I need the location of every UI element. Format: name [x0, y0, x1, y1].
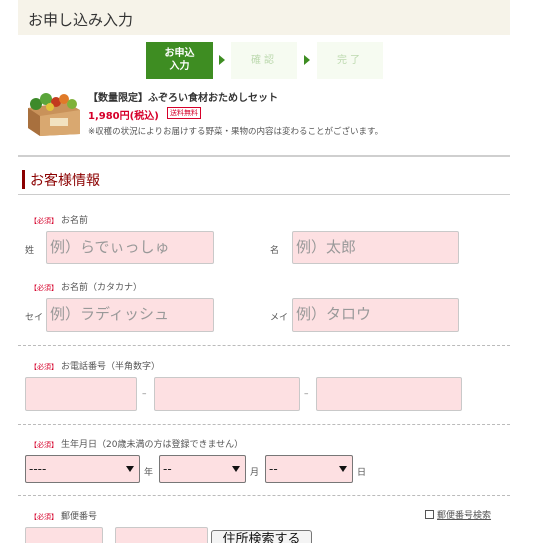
- chevron-down-icon: [232, 466, 240, 472]
- divider: [18, 155, 510, 157]
- birth-month-select[interactable]: --: [159, 455, 246, 483]
- required-tag: 【必須】: [30, 513, 58, 521]
- required-tag: 【必須】: [30, 363, 58, 371]
- required-tag: 【必須】: [30, 217, 58, 225]
- first-name-input[interactable]: 例）太郎: [292, 231, 459, 264]
- last-name-input[interactable]: 例）らでぃっしゅ: [46, 231, 214, 264]
- chevron-down-icon: [126, 466, 134, 472]
- required-tag: 【必須】: [30, 284, 58, 292]
- page-title: お申し込み入力: [28, 11, 134, 29]
- phone-input-1[interactable]: [25, 377, 137, 411]
- birth-label-text: 生年月日（20歳未満の方は登録できません）: [61, 440, 244, 450]
- birth-year-select[interactable]: ----: [25, 455, 140, 483]
- month-suffix: 月: [250, 468, 260, 478]
- zip-label: 【必須】 郵便番号: [30, 509, 97, 522]
- kana-label: 【必須】 お名前（カタカナ）: [30, 280, 142, 293]
- product-name: 【数量限定】ふぞろい食材おためしセット: [88, 93, 278, 104]
- step-complete: 完了: [317, 42, 383, 79]
- phone-separator: –: [142, 389, 147, 399]
- step-input: お申込 入力: [146, 42, 213, 79]
- zip-label-text: 郵便番号: [61, 512, 98, 522]
- phone-label: 【必須】 お電話番号（半角数字）: [30, 359, 160, 372]
- phone-input-3[interactable]: [316, 377, 462, 411]
- zip-input-2[interactable]: [115, 527, 208, 543]
- name-label: 【必須】 お名前: [30, 213, 88, 226]
- zip-input-1[interactable]: [25, 527, 103, 543]
- step-arrow-icon: [219, 55, 225, 65]
- step-arrow-icon: [304, 55, 310, 65]
- step-input-label-line2: 入力: [169, 61, 190, 72]
- birth-month-value: --: [163, 462, 172, 476]
- divider: [18, 345, 510, 346]
- step-confirm: 確認: [231, 42, 297, 79]
- zip-search-link-label: 郵便番号検索: [437, 511, 492, 521]
- first-kana-input[interactable]: 例）タロウ: [292, 298, 459, 332]
- required-tag: 【必須】: [30, 441, 58, 449]
- divider: [18, 495, 510, 496]
- name-label-text: お名前: [61, 216, 89, 226]
- product-note: ※収穫の状況によりお届けする野菜・果物の内容は変わることがございます。: [88, 127, 384, 137]
- divider: [18, 194, 510, 195]
- first-name-prefix: 名: [270, 246, 280, 256]
- page-header: お申し込み入力: [18, 0, 510, 35]
- chevron-down-icon: [339, 466, 347, 472]
- kana-label-text: お名前（カタカナ）: [61, 283, 143, 293]
- external-link-icon: [425, 510, 434, 519]
- phone-label-text: お電話番号（半角数字）: [61, 362, 161, 372]
- product-image: [28, 93, 80, 136]
- step-confirm-label: 確認: [251, 55, 277, 66]
- day-suffix: 日: [357, 468, 367, 478]
- shipping-badge: 送料無料: [167, 107, 201, 119]
- address-search-button[interactable]: 住所検索する: [211, 530, 312, 543]
- first-kana-prefix: メイ: [270, 313, 289, 323]
- birth-year-value: ----: [29, 462, 47, 476]
- step-complete-label: 完了: [337, 55, 363, 66]
- birth-label: 【必須】 生年月日（20歳未満の方は登録できません）: [30, 437, 243, 450]
- section-title: お客様情報: [30, 173, 100, 189]
- zip-search-link[interactable]: 郵便番号検索: [425, 508, 491, 521]
- section-title-bar: [22, 170, 25, 189]
- step-input-label-line1: お申込: [164, 48, 195, 59]
- last-name-prefix: 姓: [25, 246, 35, 256]
- last-kana-input[interactable]: 例）ラディッシュ: [46, 298, 214, 332]
- last-kana-prefix: セイ: [25, 313, 44, 323]
- product-price: 1,980円(税込): [88, 111, 159, 122]
- divider: [18, 424, 510, 425]
- phone-input-2[interactable]: [154, 377, 300, 411]
- phone-separator: –: [304, 389, 309, 399]
- year-suffix: 年: [144, 468, 154, 478]
- birth-day-value: --: [269, 462, 278, 476]
- birth-day-select[interactable]: --: [265, 455, 353, 483]
